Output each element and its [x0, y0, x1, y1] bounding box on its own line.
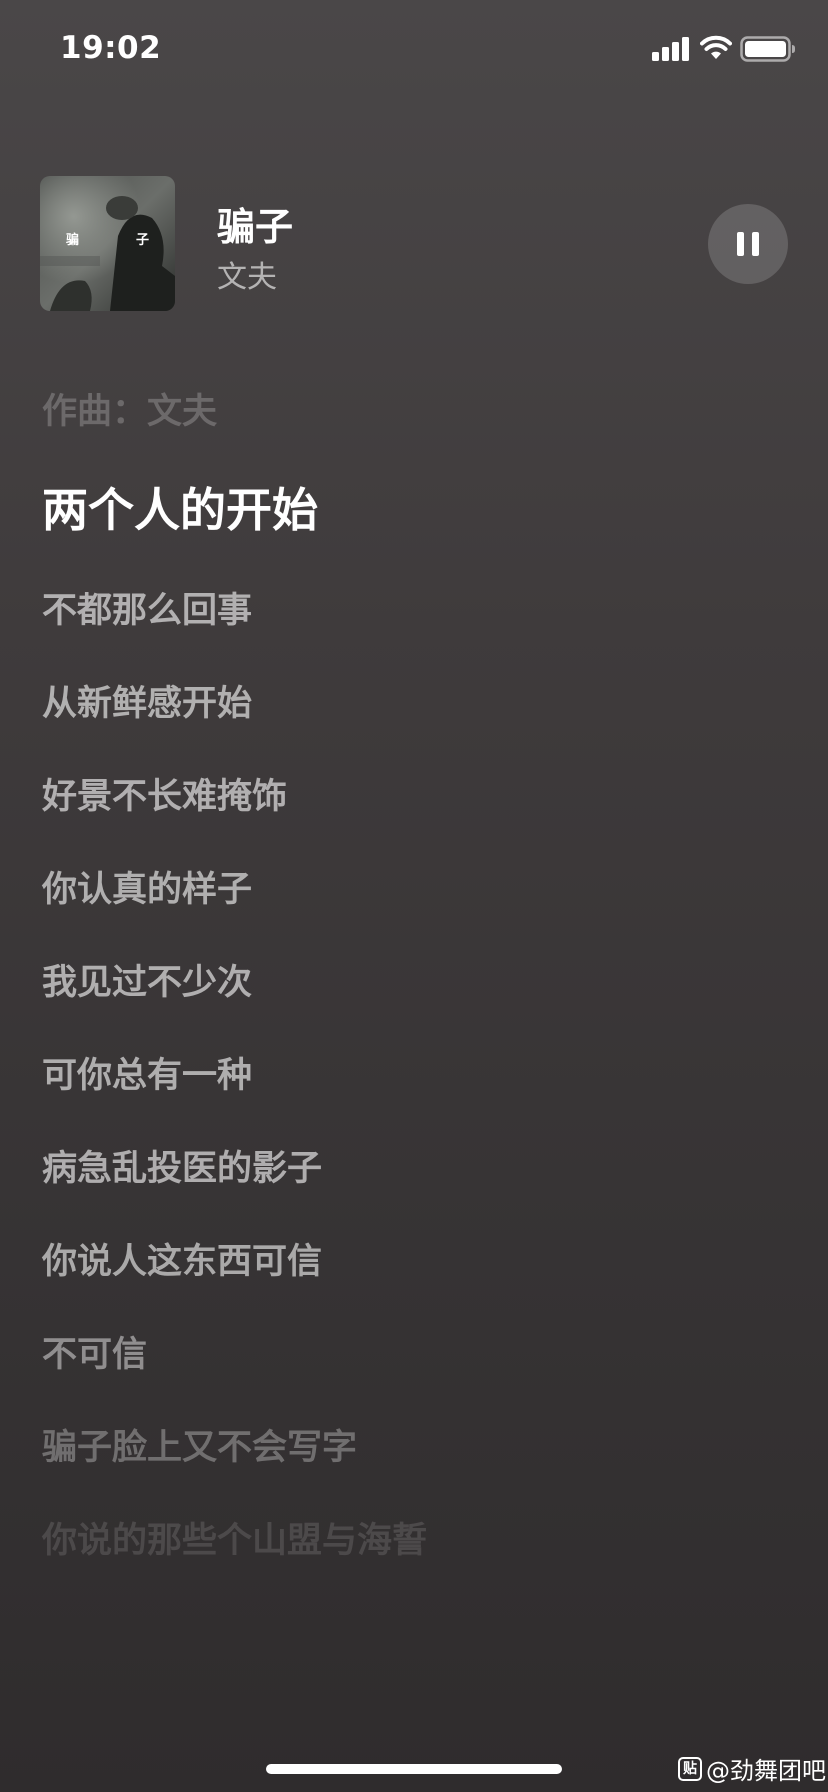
lyric-line-current[interactable]: 两个人的开始	[42, 474, 318, 540]
signal-icon	[652, 37, 689, 61]
lyric-line[interactable]: 我见过不少次	[42, 954, 252, 1005]
album-art-image: 骗 子	[40, 176, 175, 311]
pause-button[interactable]	[708, 204, 788, 284]
watermark-text: @劲舞团吧	[706, 1757, 826, 1785]
lyric-line[interactable]: 你说的那些个山盟与海誓	[42, 1512, 427, 1563]
lyric-line[interactable]: 骗子脸上又不会写字	[42, 1419, 357, 1470]
lyric-line[interactable]: 从新鲜感开始	[42, 675, 252, 726]
battery-icon	[740, 36, 795, 62]
watermark: 贴 @劲舞团吧	[678, 1751, 826, 1786]
album-art[interactable]: 骗 子	[40, 176, 175, 311]
lyric-line[interactable]: 不可信	[42, 1326, 147, 1377]
song-title: 骗子	[217, 205, 294, 249]
song-artist[interactable]: 文夫	[217, 252, 277, 296]
tieba-icon: 贴	[678, 1756, 702, 1781]
lyric-line[interactable]: 病急乱投医的影子	[42, 1140, 322, 1191]
wifi-icon	[700, 35, 732, 59]
lyric-line[interactable]: 不都那么回事	[42, 582, 252, 633]
lyric-line[interactable]: 你认真的样子	[42, 861, 252, 912]
lyric-line[interactable]: 好景不长难掩饰	[42, 768, 287, 819]
album-art-char-1: 骗	[66, 232, 79, 248]
status-time: 19:02	[60, 30, 162, 66]
status-bar: 19:02	[0, 0, 828, 100]
album-art-char-2: 子	[136, 233, 149, 248]
lyric-line[interactable]: 可你总有一种	[42, 1047, 252, 1098]
lyric-line-credit[interactable]: 作曲：文夫	[42, 383, 217, 434]
home-indicator[interactable]	[266, 1764, 562, 1774]
lyric-line[interactable]: 你说人这东西可信	[42, 1233, 322, 1284]
pause-icon	[737, 232, 759, 256]
